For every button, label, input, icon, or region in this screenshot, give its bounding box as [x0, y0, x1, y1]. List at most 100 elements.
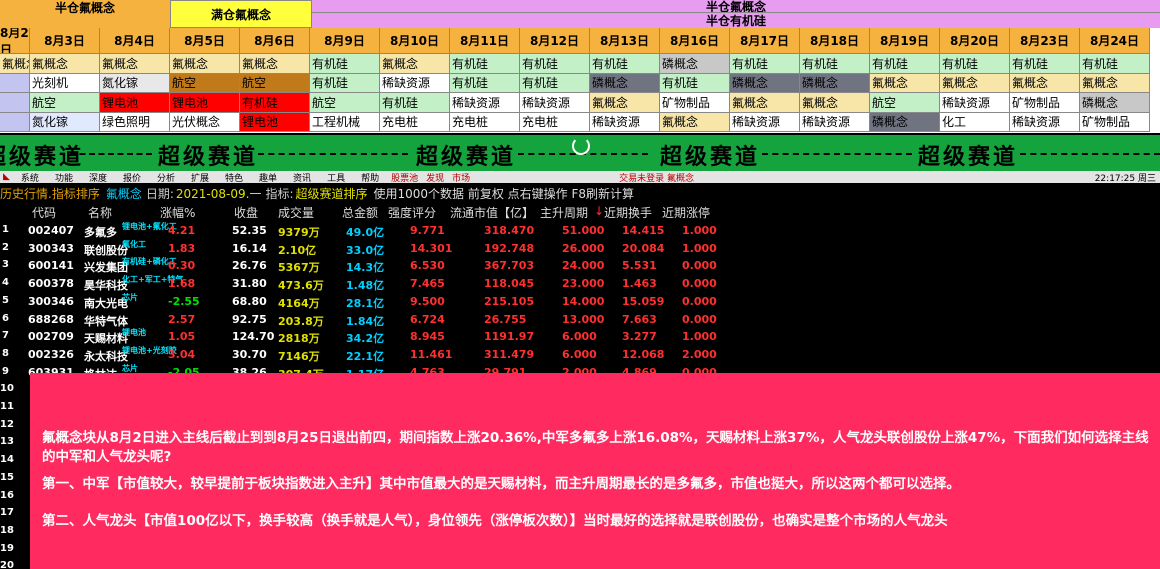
limit-up: 1.000: [682, 330, 717, 344]
close-price: 30.70: [232, 347, 267, 361]
menu-item-analysis[interactable]: 分析: [149, 171, 183, 184]
row-number: 17: [0, 507, 14, 519]
turnover: 7.663: [622, 312, 657, 326]
score: 7.465: [410, 277, 445, 291]
refresh-icon[interactable]: [572, 137, 590, 155]
row-number: 15: [0, 471, 14, 483]
sector-cell: 氟概念: [1010, 73, 1080, 93]
cycle: 23.000: [562, 277, 605, 291]
mode-label[interactable]: 历史行情.指标排序: [0, 185, 100, 202]
amount: 28.1亿: [346, 296, 385, 310]
menu-item-depth[interactable]: 深度: [81, 171, 115, 184]
sector-cell: 稀缺资源: [940, 93, 1010, 113]
table-row[interactable]: 1 002407 多氟多 锂电池+氟化工 4.21 52.35 9379万 49.0亿 9.77…: [0, 222, 1160, 240]
sector-rotation-grid: 半仓氟概念 满仓氟概念 半仓氟概念 半仓有机硅 8月2日 8月3日 8月4日 8月5日…: [0, 0, 1160, 133]
date-value[interactable]: 2021-08-09.一: [176, 185, 262, 202]
row-number: 12: [0, 418, 14, 430]
menu-item-feature[interactable]: 特色: [217, 171, 251, 184]
col-market-cap[interactable]: 流通市值【亿】: [450, 204, 534, 221]
col-volume[interactable]: 成交量: [278, 204, 314, 221]
header-blank-left: [0, 14, 170, 28]
menu-item-help[interactable]: 帮助: [353, 171, 387, 184]
turnover: 14.415: [622, 224, 665, 237]
menu-item-quote[interactable]: 报价: [115, 171, 149, 184]
score: 8.945: [410, 330, 445, 344]
col-close[interactable]: 收盘: [234, 204, 258, 221]
cycle: 6.000: [562, 330, 597, 344]
stock-code: 600378: [28, 277, 74, 291]
sector-label[interactable]: 氟概念: [106, 185, 142, 202]
row-number: 6: [2, 312, 9, 324]
col-limit-up[interactable]: 近期涨停: [662, 204, 710, 221]
row-number: 4: [2, 277, 9, 289]
cycle: 24.000: [562, 259, 605, 273]
sector-cell: 航空: [870, 93, 940, 113]
sector-cell: 有机硅: [940, 54, 1010, 74]
toolbar-discover[interactable]: 发现: [422, 171, 448, 184]
indicator-label: 指标:: [265, 186, 294, 201]
sector-cell: 氟概念: [240, 54, 310, 74]
table-row[interactable]: 2 300343 联创股份 氟化工 1.83 16.14 2.10亿 33.0亿 14.301 1…: [0, 240, 1160, 258]
sector-cell: 稀缺资源: [450, 93, 520, 113]
col-amount[interactable]: 总金额: [342, 204, 378, 221]
col-change[interactable]: 涨幅%: [160, 204, 195, 221]
date-cell: 8月23日: [1010, 28, 1080, 54]
market-cap: 311.479: [484, 347, 535, 361]
sector-cell: 氟概念: [590, 93, 660, 113]
menu-item-function[interactable]: 功能: [47, 171, 81, 184]
table-row[interactable]: 4 600378 昊华科技 化工+军工+特气 1.68 31.80 473.6万 1.48亿 7…: [0, 275, 1160, 293]
menu-item-order[interactable]: 趣单: [251, 171, 285, 184]
table-row[interactable]: 8 002326 永太科技 锂电池+光刻胶 3.04 30.70 7146万 22.1亿 11.…: [0, 346, 1160, 364]
menu-item-news[interactable]: 资讯: [285, 171, 319, 184]
table-row[interactable]: 6 688268 华特气体 2.57 92.75 203.8万 1.84亿 6.724 26.7…: [0, 311, 1160, 329]
row-number: 1: [2, 224, 9, 235]
date-cell: 8月5日: [170, 28, 240, 54]
sort-arrow-icon[interactable]: ↓: [594, 204, 604, 218]
score: 6.724: [410, 312, 445, 326]
table-row[interactable]: 3 600141 兴发集团 有机硅+磷化工 0.30 26.76 5367万 14.3亿 6.5…: [0, 257, 1160, 275]
date-cell: 8月17日: [730, 28, 800, 54]
sector-cell: [0, 73, 30, 93]
col-cycle[interactable]: 主升周期: [540, 204, 588, 221]
amount: 1.84亿: [346, 314, 385, 328]
sector-cell: 氟概念: [870, 73, 940, 93]
col-code[interactable]: 代码: [32, 204, 56, 221]
sector-cell: 光伏概念: [170, 112, 240, 132]
banner-dash: [70, 153, 152, 155]
menu-item-tools[interactable]: 工具: [319, 171, 353, 184]
turnover: 20.084: [622, 241, 665, 255]
banner-text: 超级赛道: [0, 144, 85, 170]
turnover: 1.463: [622, 277, 657, 291]
sector-cell: 航空: [170, 73, 240, 93]
market-cap: 192.748: [484, 241, 535, 255]
sector-cell: 氟概念: [660, 112, 730, 132]
header-half-fluorine-right: 半仓氟概念: [312, 0, 1160, 12]
sector-cell: 氟概念: [100, 54, 170, 74]
sector-cell: 航空: [30, 93, 100, 113]
table-row[interactable]: 5 300346 南大光电 芯片 -2.55 68.80 4164万 28.1亿 9.500 21…: [0, 293, 1160, 311]
market-cap: 367.703: [484, 259, 535, 273]
stock-tag: 芯片: [122, 363, 138, 373]
menu-item-extend[interactable]: 扩展: [183, 171, 217, 184]
sector-cell: 氟概念: [0, 54, 30, 74]
date-cell: 8月24日: [1080, 28, 1150, 54]
toolbar-stock-pool[interactable]: 股票池: [387, 171, 422, 184]
sector-cell: 航空: [240, 73, 310, 93]
volume: 203.8万: [278, 314, 324, 328]
menu-bar: ◣ 系统 功能 深度 报价 分析 扩展 特色 趣单 资讯 工具 帮助 股票池 发…: [0, 171, 1160, 183]
sector-cell: 氟概念: [1080, 73, 1150, 93]
sector-cell: 磷概念: [730, 73, 800, 93]
toolbar-market[interactable]: 市场: [448, 171, 474, 184]
info-bar: 历史行情.指标排序 氟概念 日期: 2021-08-09.一 指标: 超级赛道排…: [0, 184, 1160, 202]
menu-item-system[interactable]: 系统: [13, 171, 47, 184]
limit-up: 1.000: [682, 224, 717, 237]
col-name[interactable]: 名称: [88, 204, 112, 221]
col-score[interactable]: 强度评分: [388, 204, 436, 221]
indicator-value[interactable]: 超级赛道排序: [296, 185, 368, 202]
cycle: 13.000: [562, 312, 605, 326]
row-number: 18: [0, 524, 14, 536]
col-turnover[interactable]: 近期换手: [604, 204, 652, 221]
table-row[interactable]: 7 002709 天赐材料 锂电池 1.05 124.70 2818万 34.2亿 8.945 1…: [0, 328, 1160, 346]
sector-cell: 锂电池: [100, 93, 170, 113]
sector-cell: 充电桩: [380, 112, 450, 132]
